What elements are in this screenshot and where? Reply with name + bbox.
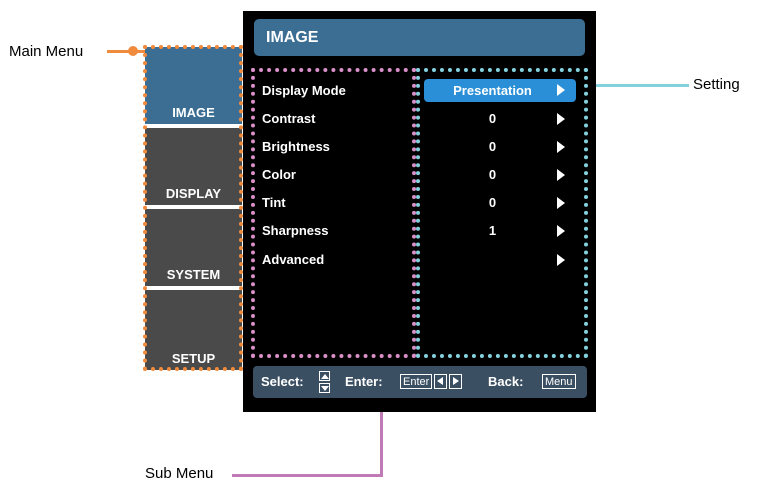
sub-menu-callout: Sub Menu xyxy=(145,465,214,482)
tab-display-label: DISPLAY xyxy=(165,186,222,201)
menu-item-display-mode[interactable]: Display Mode xyxy=(262,79,346,103)
arrow-right-icon[interactable] xyxy=(557,141,565,153)
setting-value-color[interactable]: 0 xyxy=(430,163,555,187)
tab-display[interactable]: DISPLAY xyxy=(145,128,242,205)
enter-label: Enter: xyxy=(345,374,383,389)
enter-key: Enter xyxy=(400,374,433,389)
tab-image-label: IMAGE xyxy=(172,105,215,120)
arrow-right-icon[interactable] xyxy=(557,169,565,181)
menu-title: IMAGE xyxy=(254,19,585,56)
arrow-right-icon[interactable] xyxy=(557,84,565,96)
setting-callout: Setting xyxy=(693,76,740,93)
tab-image[interactable]: IMAGE xyxy=(145,47,242,124)
setting-connector xyxy=(590,84,689,87)
sub-menu-connector-h xyxy=(232,474,382,477)
left-key-icon xyxy=(434,374,447,389)
tab-system-label: SYSTEM xyxy=(166,267,221,282)
setting-value-display-mode[interactable]: Presentation xyxy=(430,79,555,103)
main-menu-connector-dot xyxy=(128,46,138,56)
main-menu-callout: Main Menu xyxy=(9,43,84,60)
setting-value-contrast[interactable]: 0 xyxy=(430,107,555,131)
up-down-keys-icon xyxy=(319,371,330,393)
setting-value-brightness[interactable]: 0 xyxy=(430,135,555,159)
setting-value-sharpness[interactable]: 1 xyxy=(430,219,555,243)
arrow-right-icon[interactable] xyxy=(557,113,565,125)
arrow-right-icon[interactable] xyxy=(557,225,565,237)
menu-key: Menu xyxy=(542,374,576,389)
menu-item-sharpness[interactable]: Sharpness xyxy=(262,219,328,243)
arrow-right-icon[interactable] xyxy=(557,254,565,266)
help-bar: Select: Enter: Enter Back: Menu xyxy=(253,366,587,398)
select-label: Select: xyxy=(261,374,304,389)
right-key-icon xyxy=(449,374,462,389)
setting-value-tint[interactable]: 0 xyxy=(430,191,555,215)
menu-item-contrast[interactable]: Contrast xyxy=(262,107,315,131)
tab-setup[interactable]: SETUP xyxy=(145,290,242,370)
main-menu-connector xyxy=(107,50,145,53)
menu-item-color[interactable]: Color xyxy=(262,163,296,187)
setting-value-advanced[interactable] xyxy=(430,248,555,272)
tab-setup-label: SETUP xyxy=(171,351,216,366)
arrow-right-icon[interactable] xyxy=(557,197,565,209)
menu-item-advanced[interactable]: Advanced xyxy=(262,248,324,272)
tab-system[interactable]: SYSTEM xyxy=(145,209,242,286)
menu-item-brightness[interactable]: Brightness xyxy=(262,135,330,159)
back-label: Back: xyxy=(488,374,524,389)
menu-item-tint[interactable]: Tint xyxy=(262,191,286,215)
